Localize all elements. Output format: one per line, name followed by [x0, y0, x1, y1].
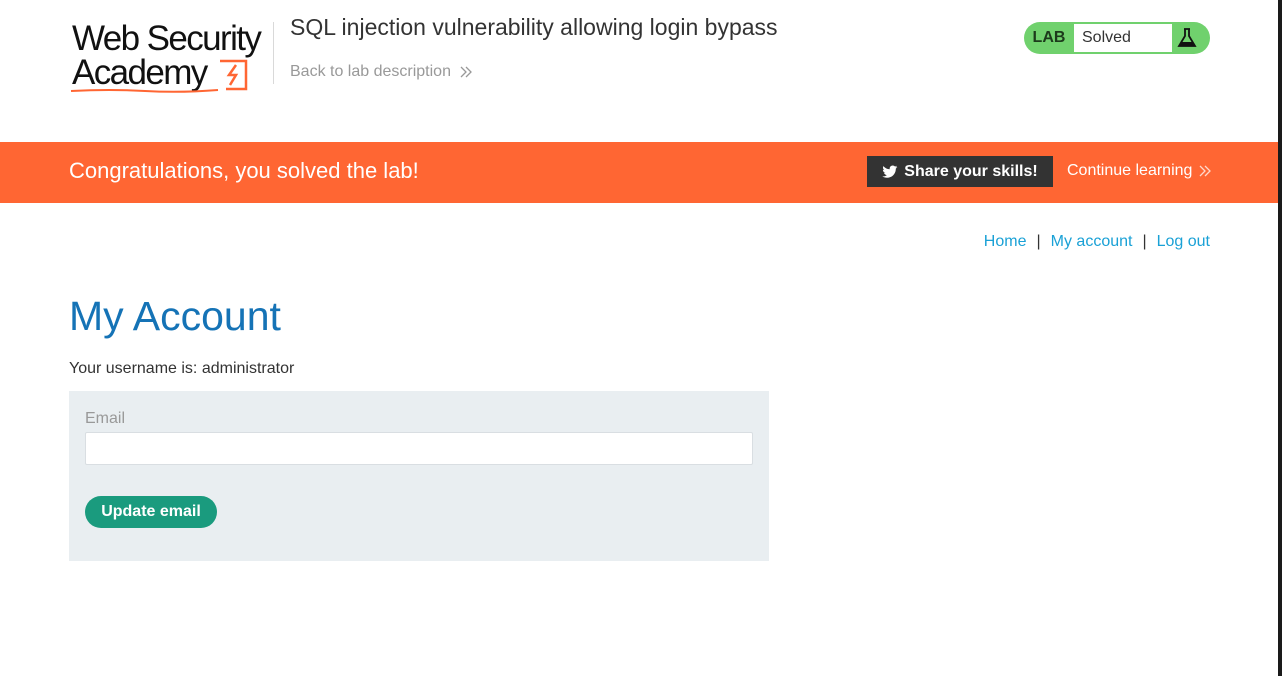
lightning-bolt-icon	[220, 59, 248, 91]
lab-status-text: Solved	[1074, 24, 1172, 52]
share-button-label: Share your skills!	[904, 162, 1038, 180]
double-chevron-right-icon	[1199, 165, 1212, 177]
account-nav: Home | My account | Log out	[984, 233, 1210, 251]
web-security-academy-logo[interactable]: Web Security Academy	[70, 19, 270, 93]
nav-home-link[interactable]: Home	[984, 233, 1027, 251]
header-divider	[273, 22, 274, 84]
nav-log-out-link[interactable]: Log out	[1157, 233, 1210, 251]
site-header: Web Security Academy SQL injection vulne…	[0, 0, 1278, 142]
share-skills-button[interactable]: Share your skills!	[867, 156, 1053, 187]
twitter-icon	[882, 165, 898, 178]
double-chevron-right-icon	[460, 66, 472, 78]
lab-tag: LAB	[1032, 29, 1066, 46]
back-to-lab-description-link[interactable]: Back to lab description	[290, 63, 473, 81]
solved-banner: Congratulations, you solved the lab! Sha…	[0, 142, 1278, 203]
lab-status-widget: LAB Solved	[1024, 22, 1210, 54]
page-title: My Account	[69, 293, 281, 339]
update-email-form: Email Update email	[69, 391, 769, 561]
congratulations-message: Congratulations, you solved the lab!	[69, 158, 419, 183]
nav-separator: |	[1142, 233, 1147, 250]
logo-text-line1: Web Security	[72, 19, 262, 58]
continue-learning-label: Continue learning	[1067, 162, 1193, 179]
nav-my-account-link[interactable]: My account	[1051, 233, 1133, 251]
nav-separator: |	[1036, 233, 1041, 250]
username-text: Your username is: administrator	[69, 360, 295, 377]
back-link-label: Back to lab description	[290, 63, 451, 80]
continue-learning-link[interactable]: Continue learning	[1067, 162, 1212, 180]
window-edge	[1278, 0, 1282, 676]
flask-icon	[1177, 28, 1197, 47]
logo-underline	[70, 89, 219, 93]
logo-text-line2: Academy	[72, 53, 208, 92]
update-email-button[interactable]: Update email	[85, 496, 217, 528]
lab-title: SQL injection vulnerability allowing log…	[290, 14, 778, 40]
email-label: Email	[85, 410, 126, 427]
email-field[interactable]	[85, 432, 753, 465]
